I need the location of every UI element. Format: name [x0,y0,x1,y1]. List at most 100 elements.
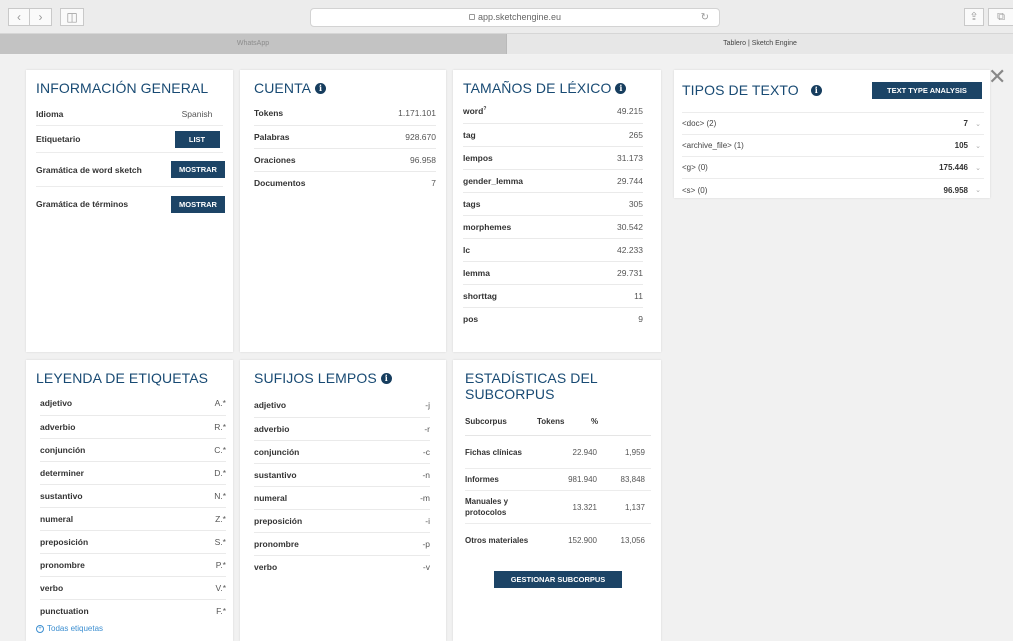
show-term-grammar-button[interactable]: MOSTRAR [171,195,225,213]
chevron-down-icon[interactable]: ⌄ [972,164,984,172]
subcorpus-name: Fichas clínicas [465,447,522,457]
reload-icon[interactable]: ↻ [701,9,709,26]
tag-value: C.* [189,438,226,462]
structure-count: 105 [954,141,968,150]
subcorpus-tokens: 152.900 [568,536,597,545]
chevron-down-icon[interactable]: ⌄ [972,142,984,150]
table-row: adverbio R.* [40,415,226,439]
general-info-panel: INFORMACIÓN GENERAL Idioma Spanish Etiqu… [26,70,233,352]
share-icon[interactable]: ⇪ [964,8,984,26]
table-row: pronombre P.* [40,553,226,577]
forward-icon[interactable]: › [30,8,52,26]
suffix-label: adjetivo [254,394,400,418]
text-types-title-text: TIPOS DE TEXTO [682,82,799,98]
lexicon-label: shorttag [463,284,589,308]
lexicon-value: 11 [588,284,643,308]
counts-table: Tokens 1.171.101 Palabras 928.670 Oracione… [254,102,436,194]
text-type-row[interactable]: <doc> (2) 7 ⌄ [682,113,984,135]
info-icon[interactable]: i [615,82,627,94]
suffix-value: -j [399,394,430,418]
table-row: Tokens 1.171.101 [254,102,436,126]
table-row: preposición S.* [40,530,226,554]
table-row: preposición -i [254,509,430,533]
table-row: verbo V.* [40,576,226,600]
table-row: Oraciones 96.958 [254,148,436,172]
table-row: lempos 31.173 [463,146,643,170]
subcorpus-percent: 1,959 [624,447,645,457]
suffix-label: conjunción [254,440,400,464]
subcorpus-percent: 13,056 [620,536,645,545]
structure-count: 7 [963,119,968,128]
count-label: Tokens [254,102,359,126]
counts-panel: CUENTA i Tokens 1.171.101 Palabras 928.670 … [240,70,446,352]
attr-count: (2) [706,119,717,128]
lexicon-value: 31.173 [588,146,643,170]
count-label: Palabras [254,125,359,149]
text-type-name: <archive_file> (1) [682,141,955,150]
table-row: pronombre -p [254,532,430,556]
subcorpus-row: Otros materiales 152.900 13,056 [465,524,651,557]
header-tokens: Tokens [537,417,565,426]
lexicon-label: tag [463,123,589,147]
table-row: conjunción -c [254,440,430,464]
word-help-sup[interactable]: ? [483,106,486,112]
show-ws-grammar-button[interactable]: MOSTRAR [171,161,225,178]
table-row: numeral Z.* [40,507,226,531]
suffixes-table: adjetivo -j adverbio -r conjunción -c susta… [254,394,430,578]
subcorpus-name: Informes [465,475,499,484]
tag-value: R.* [189,415,226,439]
tagset-list-button[interactable]: LIST [174,130,220,148]
tab-bar: WhatsApp Tablero | Sketch Engine [0,34,1013,54]
table-row: tags 305 [463,192,643,216]
lexicon-label: gender_lemma [463,169,589,193]
suffix-label: verbo [254,561,278,572]
subcorpus-row: Manuales y protocolos 13.321 1,137 [465,491,651,524]
tag-label: conjunción [40,438,190,462]
table-row: sustantivo N.* [40,484,226,508]
text-type-row[interactable]: <s> (0) 96.958 ⌄ [682,179,984,201]
info-icon[interactable]: i [315,82,327,94]
lexicon-value: 305 [588,192,643,216]
tab-whatsapp[interactable]: WhatsApp [0,34,507,54]
text-type-analysis-button[interactable]: TEXT TYPE ANALYSIS [872,81,982,99]
info-icon[interactable]: i [380,372,392,384]
tab-sketch-engine[interactable]: Tablero | Sketch Engine [507,34,1013,54]
suffixes-title: SUFIJOS LEMPOS i [254,370,430,386]
count-label: Documentos [254,177,306,188]
manage-subcorpus-button[interactable]: GESTIONAR SUBCORPUS [494,571,622,588]
lexicon-title-text: TAMAÑOS DE LÉXICO [463,80,612,96]
all-tags-link[interactable]: + Todas etiquetas [36,624,219,633]
general-info-title-text: INFORMACIÓN GENERAL [36,80,209,96]
text-type-row[interactable]: <g> (0) 175.446 ⌄ [682,157,984,179]
counts-title-text: CUENTA [254,80,312,96]
tags-legend-title-text: LEYENDA DE ETIQUETAS [36,370,209,386]
subcorpus-tokens: 22.940 [572,447,597,457]
info-icon[interactable]: i [810,84,822,96]
text-type-row[interactable]: <archive_file> (1) 105 ⌄ [682,135,984,157]
address-bar[interactable]: app.sketchengine.eu ↻ [310,8,720,27]
table-row: adverbio -r [254,417,430,441]
suffix-value: -v [422,561,430,572]
suffix-value: -n [399,463,430,487]
structure-name: <s> [682,185,696,195]
sidebar-icon[interactable]: ◫ [60,8,84,26]
info-label: Gramática de términos [36,199,129,209]
suffix-value: -i [399,509,430,533]
close-icon[interactable]: ✕ [988,66,1006,88]
back-icon[interactable]: ‹ [8,8,30,26]
chevron-down-icon[interactable]: ⌄ [972,186,984,194]
chevron-down-icon[interactable]: ⌄ [972,120,984,128]
tags-legend-panel: LEYENDA DE ETIQUETAS adjetivo A.* adverbi… [26,360,233,641]
counts-title: CUENTA i [254,80,436,96]
subcorpus-percent: 83,848 [620,475,645,484]
suffix-value: -c [399,440,430,464]
suffix-label: sustantivo [254,463,400,487]
info-row-term-grammar: Gramática de términos MOSTRAR [36,187,225,221]
tags-legend-title: LEYENDA DE ETIQUETAS [36,370,219,386]
info-row-tagset: Etiquetario LIST [36,126,223,153]
count-value: 7 [431,177,436,188]
tabs-overview-icon[interactable]: ⧉ [988,8,1013,26]
structure-count: 96.958 [943,185,968,195]
lexicon-value: 30.542 [588,215,643,239]
subcorpus-title: ESTADÍSTICAS DEL SUBCORPUS [465,370,635,402]
